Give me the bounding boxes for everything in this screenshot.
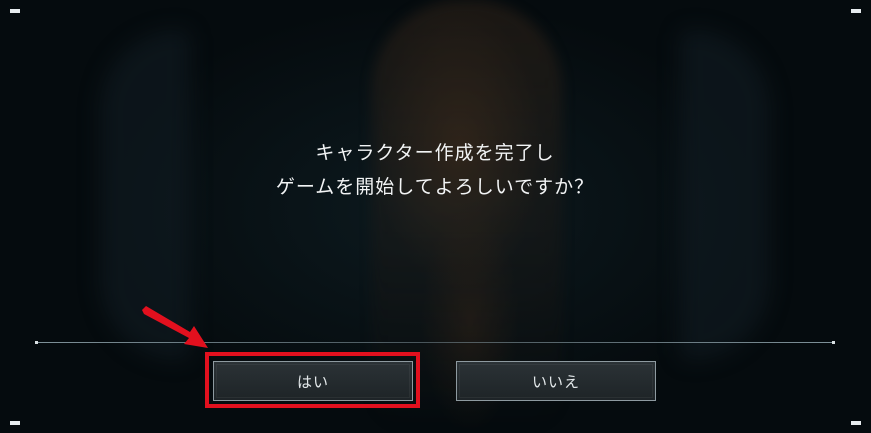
message-line-2: ゲームを開始してよろしいですか？ <box>275 176 595 198</box>
confirm-dialog-message: キャラクター作成を完了し ゲームを開始してよろしいですか？ <box>135 136 735 204</box>
no-button[interactable]: いいえ <box>456 361 656 401</box>
message-line-1: キャラクター作成を完了し <box>315 142 555 164</box>
frame-corner-bottom-left <box>10 421 20 425</box>
yes-button-label: はい <box>296 372 329 391</box>
annotation-arrow-icon <box>142 306 208 348</box>
frame-corner-bottom-right <box>851 421 861 425</box>
yes-button[interactable]: はい <box>213 361 413 401</box>
character-creation-background <box>0 0 871 433</box>
frame-corner-top-right <box>851 9 861 13</box>
no-button-label: いいえ <box>531 372 580 391</box>
frame-corner-top-left <box>10 9 20 13</box>
